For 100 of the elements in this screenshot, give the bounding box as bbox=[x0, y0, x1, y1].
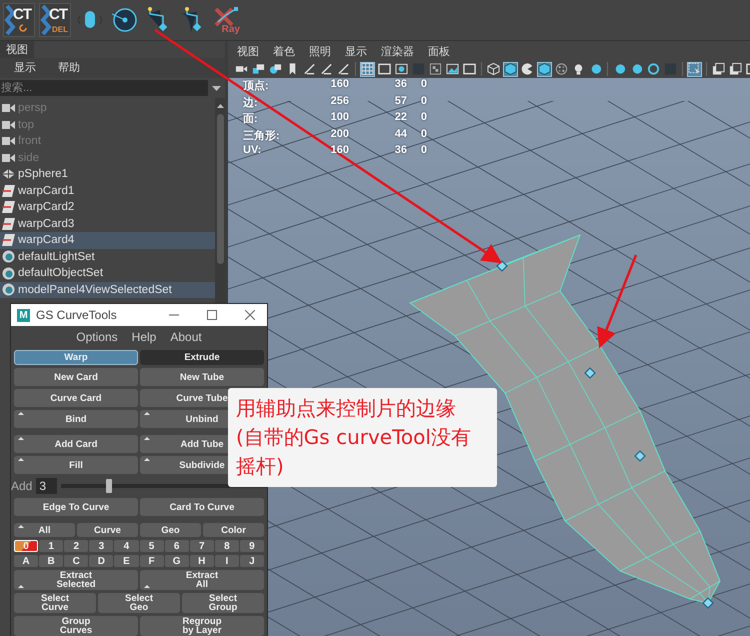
tool-button[interactable]: Curve Card bbox=[14, 389, 138, 407]
layer-button[interactable]: A bbox=[14, 555, 38, 567]
menu-item[interactable]: 帮助 bbox=[58, 60, 80, 76]
maximize-icon[interactable] bbox=[207, 310, 217, 320]
stat-value: 22 bbox=[394, 111, 407, 125]
control-point[interactable] bbox=[634, 450, 646, 462]
layer-button[interactable]: 7 bbox=[190, 540, 214, 552]
outliner-item[interactable]: defaultLightSet bbox=[0, 248, 215, 265]
stat-value: 36 bbox=[394, 78, 407, 92]
tool-button[interactable]: Card To Curve bbox=[140, 498, 264, 516]
image-icon[interactable] bbox=[445, 62, 460, 76]
checker-icon[interactable] bbox=[428, 62, 443, 76]
layer-button[interactable]: C bbox=[64, 555, 88, 567]
scroll-up-icon[interactable] bbox=[216, 104, 224, 108]
outliner-item[interactable]: warpCard4 bbox=[0, 232, 215, 248]
layer-button[interactable]: J bbox=[240, 555, 264, 567]
window-icon[interactable] bbox=[711, 62, 726, 76]
menu-item[interactable]: About bbox=[170, 330, 202, 344]
camera-icon bbox=[2, 104, 15, 112]
cursor-icon[interactable] bbox=[687, 62, 702, 76]
control-point[interactable] bbox=[702, 597, 714, 609]
menu-item[interactable]: 照明 bbox=[309, 44, 331, 59]
value-field[interactable]: 3 bbox=[36, 478, 58, 494]
layer-button[interactable]: 3 bbox=[89, 540, 114, 552]
outliner-item[interactable]: warpCard2 bbox=[0, 199, 215, 216]
layer-button[interactable]: 8 bbox=[214, 540, 239, 552]
ct-refresh-tool[interactable]: CT bbox=[3, 3, 35, 37]
menu-item[interactable]: 着色 bbox=[273, 44, 295, 59]
layer-button[interactable]: 5 bbox=[140, 540, 164, 552]
tool-button[interactable]: Select Curve bbox=[14, 593, 96, 613]
tool-button[interactable]: Edge To Curve bbox=[14, 498, 138, 516]
tool-button[interactable]: Regroup by Layer bbox=[140, 616, 264, 636]
ct-delete-tool[interactable]: CT DEL bbox=[39, 3, 71, 37]
stat-value: 0 bbox=[420, 78, 427, 92]
tool-button[interactable]: All bbox=[14, 523, 75, 537]
layer-button[interactable]: 6 bbox=[164, 540, 189, 552]
cube-icon[interactable] bbox=[503, 62, 518, 76]
pie-icon[interactable] bbox=[520, 62, 535, 76]
cube-icon[interactable] bbox=[537, 62, 552, 76]
control-point[interactable] bbox=[496, 260, 508, 272]
tool-button[interactable]: Add Card bbox=[14, 435, 138, 453]
tool-button[interactable]: Extract Selected bbox=[14, 570, 138, 590]
app-logo: M bbox=[17, 308, 30, 322]
layer-button[interactable]: F bbox=[140, 555, 164, 567]
tool-button[interactable]: Select Geo bbox=[98, 593, 180, 613]
stat-value: 160 bbox=[330, 78, 349, 92]
set-icon bbox=[2, 250, 15, 264]
dot-icon[interactable] bbox=[394, 62, 409, 76]
outliner-item[interactable]: warpCard1 bbox=[0, 182, 215, 199]
tool-button[interactable]: Fill bbox=[14, 456, 138, 474]
tool-button[interactable]: Curve bbox=[77, 523, 138, 537]
layer-button[interactable]: E bbox=[114, 555, 138, 567]
tool-button[interactable]: Select Group bbox=[182, 593, 264, 613]
window-icon[interactable] bbox=[728, 62, 743, 76]
layer-button[interactable]: 2 bbox=[64, 540, 88, 552]
menu-item[interactable]: Help bbox=[132, 330, 156, 344]
layer-button[interactable]: H bbox=[190, 555, 214, 567]
tool-button[interactable]: Warp bbox=[14, 350, 138, 365]
layer-button[interactable]: 9 bbox=[240, 540, 264, 552]
slider-thumb[interactable] bbox=[106, 479, 112, 493]
menu-item[interactable]: 显示 bbox=[14, 60, 36, 76]
control-point[interactable] bbox=[584, 367, 596, 379]
search-field[interactable]: 搜索... bbox=[0, 80, 208, 96]
tool-button[interactable]: Extrude bbox=[140, 350, 264, 365]
menu-item[interactable]: 显示 bbox=[345, 44, 367, 59]
grid-icon[interactable] bbox=[360, 62, 375, 76]
frame-icon[interactable] bbox=[462, 62, 477, 76]
close-icon[interactable] bbox=[245, 310, 255, 320]
outliner-item[interactable]: modelPanel4ViewSelectedSet bbox=[0, 282, 215, 298]
tool-button[interactable]: New Card bbox=[14, 368, 138, 386]
wire-cube-icon[interactable] bbox=[486, 62, 501, 76]
dropdown-caret-icon[interactable] bbox=[212, 86, 221, 90]
outliner-item[interactable]: defaultObjectSet bbox=[0, 265, 215, 282]
checker-ball-icon[interactable] bbox=[554, 62, 569, 76]
menu-item[interactable]: Options bbox=[76, 330, 118, 344]
frame-icon[interactable] bbox=[377, 62, 392, 76]
tool-button[interactable]: Bind bbox=[14, 410, 138, 428]
tool-button[interactable]: Extract All bbox=[140, 570, 264, 590]
refresh-icon bbox=[18, 23, 28, 33]
layer-button[interactable]: G bbox=[164, 555, 189, 567]
outliner-item[interactable]: pSphere1 bbox=[0, 166, 215, 182]
layer-button[interactable]: B bbox=[39, 555, 64, 567]
layer-button[interactable]: D bbox=[89, 555, 114, 567]
panel-tab[interactable]: 视图 bbox=[0, 41, 34, 58]
tool-button[interactable]: Geo bbox=[140, 523, 201, 537]
menu-item[interactable]: 渲染器 bbox=[381, 44, 414, 59]
set-icon bbox=[2, 266, 15, 280]
tool-button[interactable]: Group Curves bbox=[14, 616, 138, 636]
menu-item[interactable]: 视图 bbox=[237, 44, 259, 59]
menu-item[interactable]: 面板 bbox=[428, 44, 450, 59]
tool-button[interactable]: New Tube bbox=[140, 368, 264, 386]
stat-value: 0 bbox=[420, 111, 427, 125]
layer-button[interactable]: I bbox=[214, 555, 239, 567]
card-icon bbox=[2, 184, 15, 197]
layer-button[interactable]: 1 bbox=[39, 540, 64, 552]
outliner-item[interactable]: warpCard3 bbox=[0, 216, 215, 232]
layer-button[interactable]: 4 bbox=[114, 540, 138, 552]
ring-icon[interactable] bbox=[646, 62, 661, 76]
tool-button[interactable]: Color bbox=[203, 523, 264, 537]
stat-value: 100 bbox=[330, 111, 349, 125]
